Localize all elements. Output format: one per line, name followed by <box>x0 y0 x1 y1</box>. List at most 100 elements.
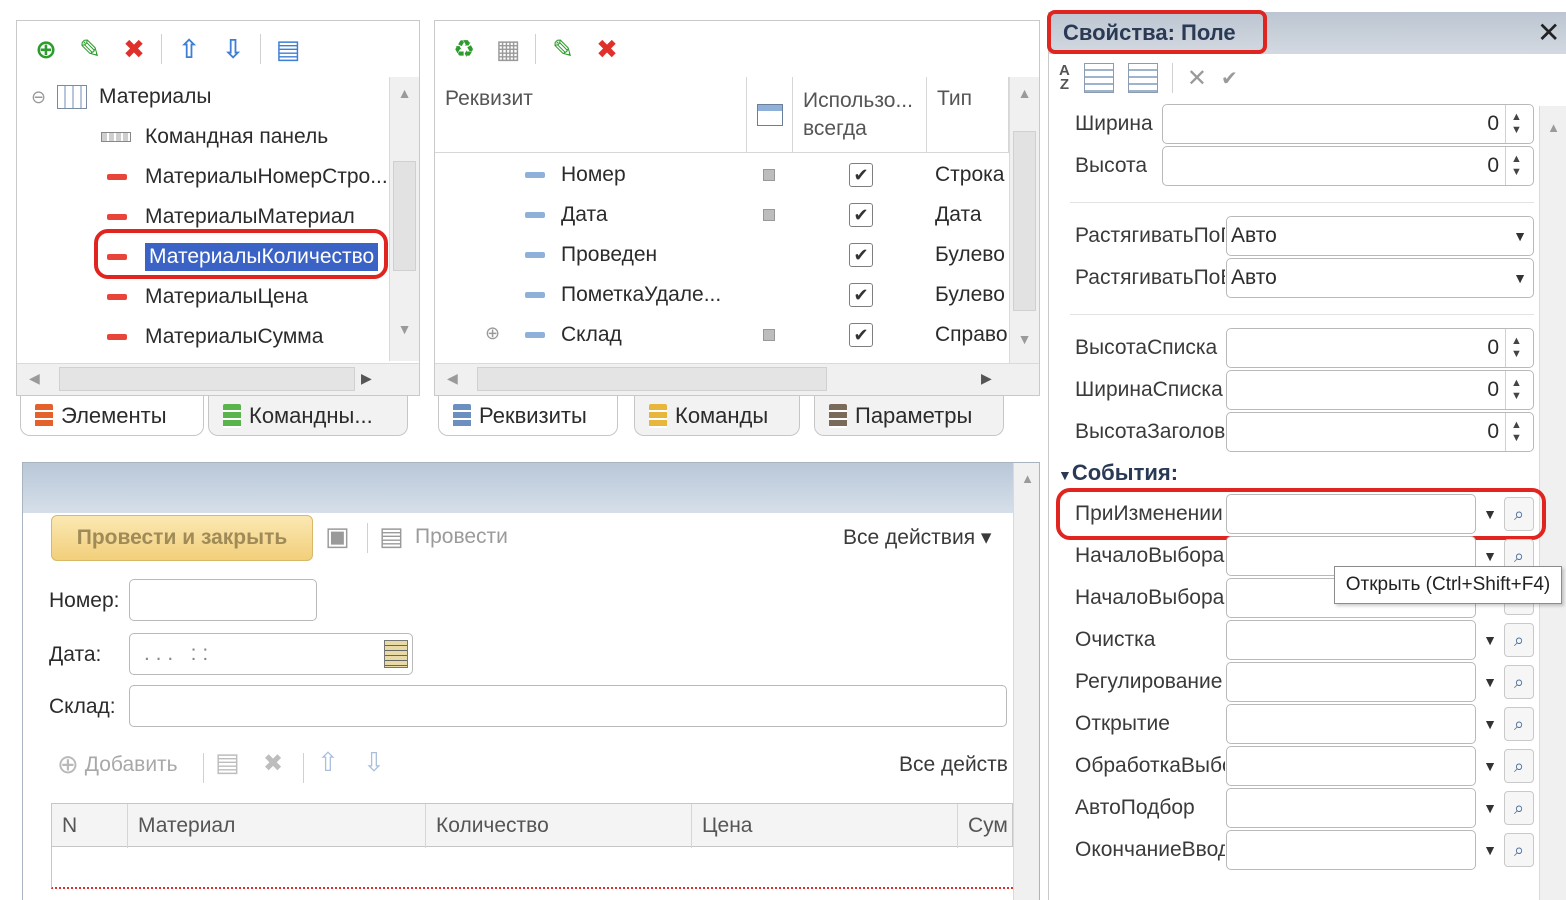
post-and-close-button[interactable]: Провести и закрыть <box>51 515 313 561</box>
tab-attributes[interactable]: Реквизиты <box>438 396 618 436</box>
header-type[interactable]: Тип <box>927 77 1009 153</box>
spin-icon[interactable]: ▲ ▼ <box>1505 371 1527 409</box>
view-flag-icon[interactable] <box>763 169 775 181</box>
spin-icon[interactable]: ▲ ▼ <box>1505 329 1527 367</box>
tree-item-field[interactable]: МатериалыЦена <box>107 277 308 317</box>
tree-item-materials[interactable]: ⊖ Материалы <box>31 77 211 117</box>
clear-icon[interactable]: ✕ <box>1187 64 1207 93</box>
scroll-down-icon[interactable]: ▼ <box>390 321 419 337</box>
spin-icon[interactable]: ▲ ▼ <box>1505 147 1527 185</box>
add-row-button[interactable]: ⊕ Добавить <box>57 749 178 780</box>
save-icon[interactable]: ▣ <box>325 521 350 552</box>
horizontal-scrollbar[interactable]: ◀ ▶ <box>435 363 1039 395</box>
delete-icon[interactable]: ✖ <box>263 749 283 778</box>
scroll-up-icon[interactable]: ▲ <box>1540 120 1566 135</box>
all-actions-menu[interactable]: Все действия ▾ <box>843 525 991 550</box>
tab-command-interface[interactable]: Командны... <box>208 396 408 436</box>
tree-item-command-panel[interactable]: Командная панель <box>101 117 328 157</box>
choice-processing-handler-field[interactable] <box>1226 746 1476 786</box>
table-row[interactable]: ⊕ Склад ✔ Справо <box>435 315 1009 355</box>
apply-icon[interactable]: ✔ <box>1221 66 1238 91</box>
number-input[interactable] <box>129 579 317 621</box>
stretch-horizontal-select[interactable]: Авто <box>1226 216 1534 256</box>
dropdown-arrow-icon[interactable]: ▼ <box>1508 259 1532 297</box>
tuning-handler-field[interactable] <box>1226 662 1476 702</box>
open-handler-icon[interactable]: ⌕ <box>1504 707 1534 741</box>
post-icon[interactable]: ▤ <box>379 521 404 552</box>
sort-az-icon[interactable]: AZ <box>1059 63 1070 92</box>
move-up-icon[interactable]: ⇧ <box>172 32 206 66</box>
expand-icon[interactable]: ⊕ <box>485 323 500 344</box>
scroll-down-icon[interactable]: ▼ <box>1010 331 1039 347</box>
dropdown-arrow-icon[interactable]: ▼ <box>1508 217 1532 255</box>
spin-icon[interactable]: ▲ ▼ <box>1505 105 1527 143</box>
all-actions-menu[interactable]: Все действ <box>899 753 1008 777</box>
open-handler-icon[interactable]: ⌕ <box>1504 623 1534 657</box>
scroll-thumb[interactable] <box>1013 131 1036 311</box>
delete-icon[interactable]: ✖ <box>590 32 624 66</box>
list-width-spin-field[interactable]: 0 ▲ ▼ <box>1226 370 1534 410</box>
vertical-scrollbar[interactable]: ▲ ▼ <box>1009 77 1039 363</box>
opening-handler-field[interactable] <box>1226 704 1476 744</box>
table-row[interactable]: Номер ✔ Строка <box>435 155 1009 195</box>
dropdown-arrow-icon[interactable]: ▼ <box>1478 621 1502 659</box>
scroll-left-icon[interactable]: ◀ <box>447 370 458 387</box>
post-button[interactable]: Провести <box>415 525 508 549</box>
header-attribute[interactable]: Реквизит <box>435 77 747 153</box>
header-view-icon[interactable] <box>747 77 793 153</box>
use-always-checkbox[interactable]: ✔ <box>849 243 873 267</box>
add-attribute-icon[interactable]: ♻ <box>447 32 481 66</box>
width-spin-field[interactable]: 0 ▲ ▼ <box>1162 104 1534 144</box>
add-nested-icon[interactable]: ▦ <box>491 32 525 66</box>
categories-icon[interactable] <box>1083 63 1114 93</box>
table-row[interactable]: Дата ✔ Дата <box>435 195 1009 235</box>
clearing-handler-field[interactable] <box>1226 620 1476 660</box>
use-always-checkbox[interactable]: ✔ <box>849 203 873 227</box>
column-price[interactable]: Цена <box>692 804 958 848</box>
list-height-spin-field[interactable]: 0 ▲ ▼ <box>1226 328 1534 368</box>
table-row[interactable]: ПометкаУдале... ✔ Булево <box>435 275 1009 315</box>
scroll-up-icon[interactable]: ▲ <box>1010 85 1039 101</box>
column-number[interactable]: N <box>52 804 128 848</box>
move-down-icon[interactable]: ⇩ <box>363 747 385 778</box>
close-icon[interactable]: ✕ <box>1537 16 1560 49</box>
collapse-icon[interactable]: ⊖ <box>31 87 57 108</box>
move-down-icon[interactable]: ⇩ <box>216 32 250 66</box>
tab-elements[interactable]: Элементы <box>20 396 204 436</box>
vertical-scrollbar[interactable]: ▲ ▼ <box>389 77 419 361</box>
height-spin-field[interactable]: 0 ▲ ▼ <box>1162 146 1534 186</box>
use-always-checkbox[interactable]: ✔ <box>849 163 873 187</box>
tree-item-field[interactable]: МатериалыНомерСтро... <box>107 157 388 197</box>
table-row[interactable] <box>51 847 1013 889</box>
scroll-thumb[interactable] <box>393 161 416 271</box>
scroll-right-icon[interactable]: ▶ <box>981 370 992 387</box>
open-handler-icon[interactable]: ⌕ <box>1504 665 1534 699</box>
tab-commands[interactable]: Команды <box>634 396 800 436</box>
column-sum[interactable]: Сум <box>958 804 1014 848</box>
column-material[interactable]: Материал <box>128 804 426 848</box>
auto-complete-handler-field[interactable] <box>1226 788 1476 828</box>
dropdown-arrow-icon[interactable]: ▼ <box>1478 663 1502 701</box>
stretch-vertical-select[interactable]: Авто <box>1226 258 1534 298</box>
scroll-right-icon[interactable]: ▶ <box>361 370 372 387</box>
table-row[interactable]: Проведен ✔ Булево <box>435 235 1009 275</box>
delete-icon[interactable]: ✖ <box>117 32 151 66</box>
open-handler-icon[interactable]: ⌕ <box>1504 833 1534 867</box>
open-handler-icon[interactable]: ⌕ <box>1504 791 1534 825</box>
spin-icon[interactable]: ▲ ▼ <box>1505 413 1527 451</box>
view-flag-icon[interactable] <box>763 209 775 221</box>
edit-icon[interactable]: ✎ <box>73 32 107 66</box>
view-flag-icon[interactable] <box>763 329 775 341</box>
open-handler-icon[interactable]: ⌕ <box>1504 749 1534 783</box>
header-height-spin-field[interactable]: 0 ▲ ▼ <box>1226 412 1534 452</box>
column-quantity[interactable]: Количество <box>426 804 692 848</box>
scroll-up-icon[interactable]: ▲ <box>1014 471 1039 486</box>
copy-icon[interactable]: ▤ <box>215 747 240 778</box>
vertical-scrollbar[interactable]: ▲ <box>1013 463 1039 900</box>
add-icon[interactable]: ⊕ <box>29 32 63 66</box>
events-section-header[interactable]: ▼События: <box>1058 460 1178 486</box>
dropdown-arrow-icon[interactable]: ▼ <box>1478 747 1502 785</box>
scroll-up-icon[interactable]: ▲ <box>390 85 419 101</box>
form-settings-icon[interactable]: ▤ <box>271 32 305 66</box>
use-always-checkbox[interactable]: ✔ <box>849 323 873 347</box>
